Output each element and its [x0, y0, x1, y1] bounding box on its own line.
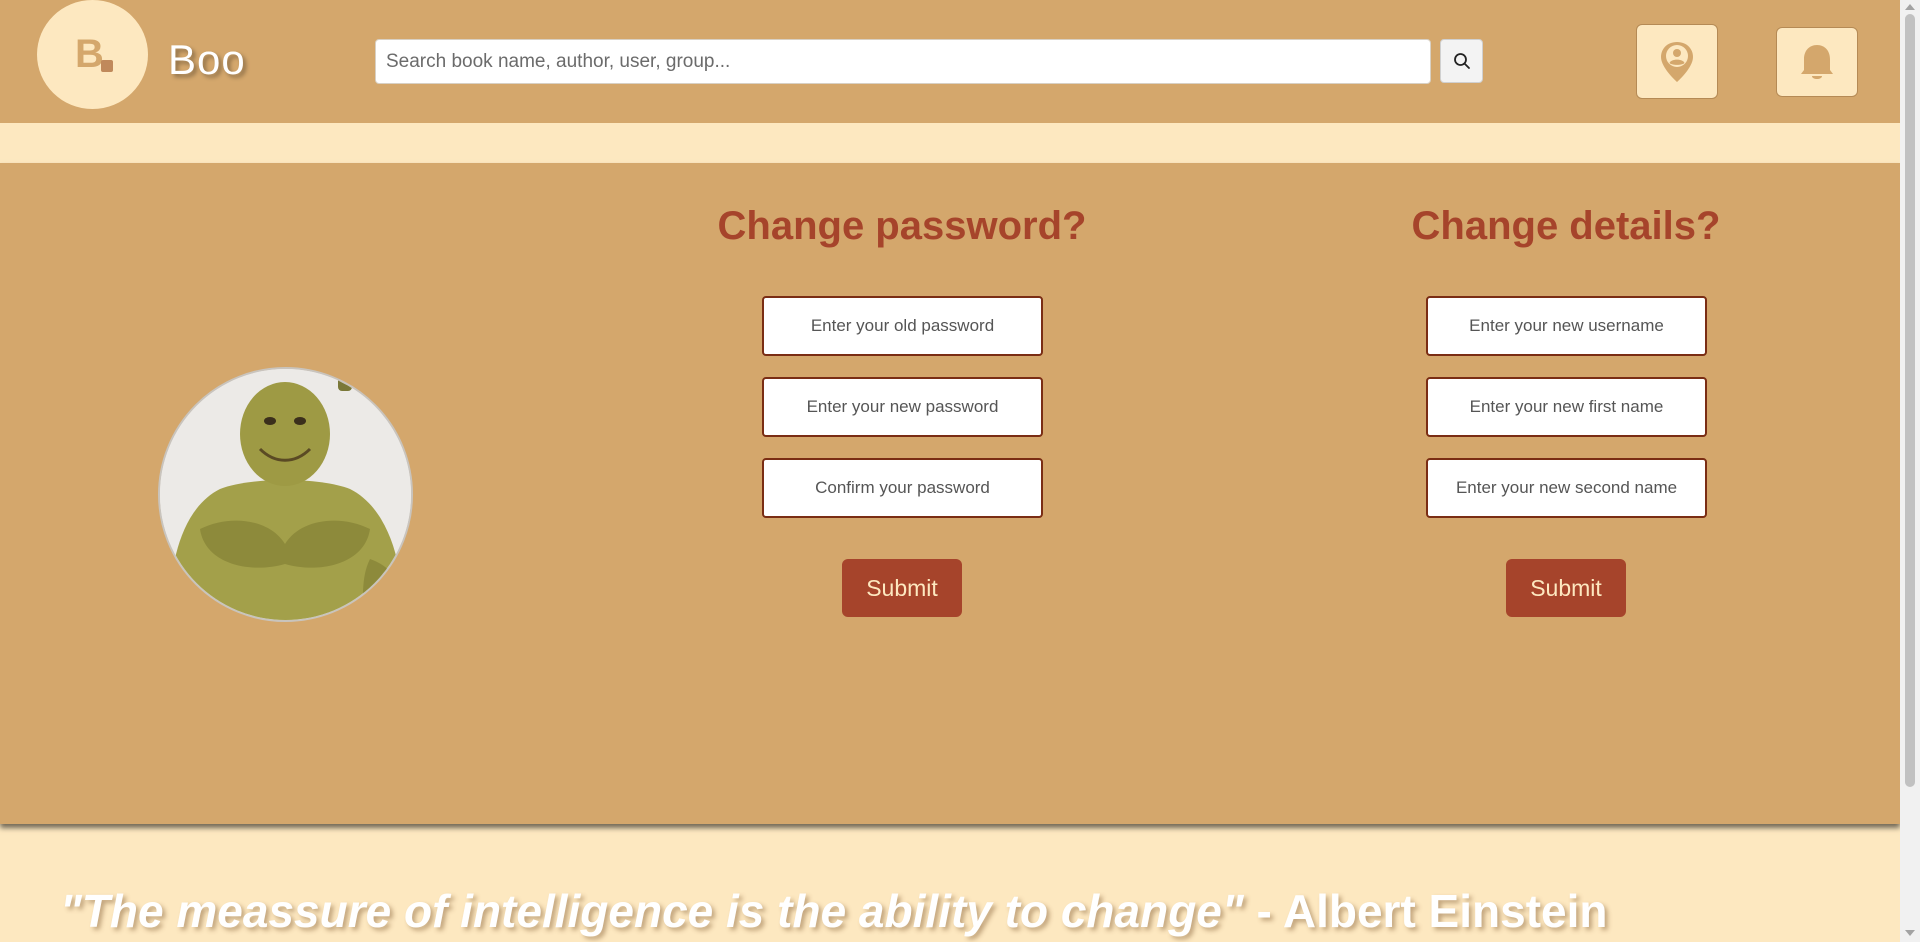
bell-icon [1801, 45, 1833, 79]
search-button[interactable] [1440, 39, 1483, 83]
header-divider-strip [0, 123, 1900, 163]
submit-details-button[interactable]: Submit [1506, 559, 1626, 617]
quote-text: "The meassure of intelligence is the abi… [60, 885, 1244, 937]
location-pin-user-icon [1661, 41, 1693, 82]
quote-author: - Albert Einstein [1243, 885, 1608, 937]
scroll-up-arrow-icon[interactable] [1905, 4, 1915, 10]
scroll-down-arrow-icon[interactable] [1905, 930, 1915, 936]
username-field[interactable] [1426, 296, 1707, 356]
search-icon [1453, 53, 1470, 69]
first-name-field[interactable] [1426, 377, 1707, 437]
submit-password-button[interactable]: Submit [842, 559, 962, 617]
confirm-password-field[interactable] [762, 458, 1043, 518]
page: B Boo Search book name, author, user, gr… [0, 0, 1900, 942]
quote: "The meassure of intelligence is the abi… [60, 884, 1607, 938]
change-details-title: Change details? [1411, 204, 1721, 248]
logo-mark-icon [101, 60, 113, 72]
old-password-field[interactable] [762, 296, 1043, 356]
logo-letter: B [75, 32, 104, 76]
change-password-title: Change password? [717, 204, 1087, 248]
vertical-scrollbar[interactable] [1900, 0, 1920, 942]
new-password-field[interactable] [762, 377, 1043, 437]
header: B Boo [0, 0, 1900, 123]
logo[interactable]: B [37, 0, 148, 109]
location-profile-button[interactable] [1636, 24, 1718, 99]
notifications-button[interactable] [1776, 27, 1858, 97]
brand-name[interactable]: Boo [168, 36, 246, 84]
search-input[interactable] [375, 39, 1431, 84]
user-avatar[interactable] [158, 367, 413, 622]
avatar-image [160, 369, 411, 620]
settings-panel: Change password? Submit Change details? … [0, 163, 1900, 824]
second-name-field[interactable] [1426, 458, 1707, 518]
scrollbar-thumb[interactable] [1905, 14, 1915, 787]
